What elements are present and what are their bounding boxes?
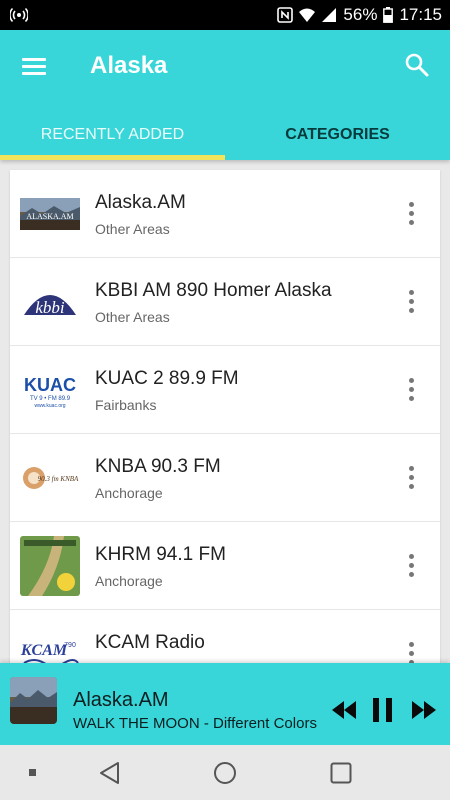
station-name: KCAM Radio [95, 632, 205, 653]
now-playing-artwork [10, 677, 57, 724]
station-category: Other Areas [95, 309, 170, 325]
battery-percentage: 56% [343, 5, 378, 24]
station-name: KUAC 2 89.9 FM [95, 368, 239, 389]
list-item[interactable]: 90.3 fm KNBA KNBA 90.3 FM Anchorage [10, 434, 440, 522]
rewind-icon[interactable] [332, 701, 356, 719]
kuac-logo: KUAC TV 9 • FM 89.9 www.kuac.org [24, 375, 76, 409]
list-item[interactable]: KCAM 790 KCAM Radio [10, 610, 440, 665]
clock: 17:15 [399, 5, 442, 24]
tab-indicator [0, 155, 225, 160]
tab-categories[interactable]: CATEGORIES [225, 110, 450, 160]
kbbi-logo: kbbi [24, 295, 76, 317]
kcam-logo-text: KCAM [20, 642, 68, 659]
now-playing-track: WALK THE MOON - Different Colors [73, 715, 317, 732]
alaska-am-logo-text: ALASKA.AM [26, 212, 73, 221]
search-icon[interactable] [404, 52, 430, 78]
alaska-am-logo: ALASKA.AM [20, 198, 80, 230]
station-list: ALASKA.AM Alaska.AM Other Areas kbbi KBB… [10, 170, 440, 665]
back-icon[interactable] [98, 761, 120, 785]
list-item[interactable]: ALASKA.AM Alaska.AM Other Areas [10, 170, 440, 258]
more-options-icon[interactable] [406, 466, 418, 490]
list-item[interactable]: kbbi KBBI AM 890 Homer Alaska Other Area… [10, 258, 440, 346]
hotspot-icon [10, 7, 28, 23]
kcam-logo: KCAM 790 [20, 642, 79, 665]
more-options-icon[interactable] [406, 554, 418, 578]
tab-bar: RECENTLY ADDED CATEGORIES [0, 110, 450, 160]
station-name: KNBA 90.3 FM [95, 456, 221, 477]
status-bar: 56% 17:15 [0, 0, 450, 30]
kuac-logo-url: www.kuac.org [34, 403, 65, 409]
kuac-logo-subtext: TV 9 • FM 89.9 [30, 396, 71, 402]
recents-dot-icon[interactable] [29, 769, 36, 776]
more-options-icon[interactable] [406, 378, 418, 402]
overview-icon[interactable] [330, 762, 352, 784]
station-category: Fairbanks [95, 397, 157, 413]
wifi-icon [299, 8, 316, 22]
list-item[interactable]: KUAC TV 9 • FM 89.9 www.kuac.org KUAC 2 … [10, 346, 440, 434]
kuac-logo-text: KUAC [24, 375, 76, 395]
fast-forward-icon[interactable] [412, 701, 436, 719]
station-category: Anchorage [95, 485, 163, 501]
knba-logo-text: 90.3 fm KNBA [38, 475, 79, 483]
now-playing-bar[interactable]: Alaska.AM WALK THE MOON - Different Colo… [0, 663, 450, 745]
list-item[interactable]: KHRM 94.1 FM Anchorage [10, 522, 440, 610]
tab-recently-added[interactable]: RECENTLY ADDED [0, 110, 225, 160]
station-category: Other Areas [95, 221, 170, 237]
station-category: Anchorage [95, 573, 163, 589]
battery-icon [383, 7, 394, 23]
signal-icon [322, 8, 337, 22]
station-name: Alaska.AM [95, 192, 186, 213]
home-icon[interactable] [213, 761, 237, 785]
nfc-icon [277, 7, 294, 23]
more-options-icon[interactable] [406, 202, 418, 226]
system-navigation-bar [0, 745, 450, 800]
station-name: KHRM 94.1 FM [95, 544, 226, 565]
kbbi-logo-text: kbbi [35, 298, 65, 317]
station-name: KBBI AM 890 Homer Alaska [95, 280, 332, 301]
knba-logo: 90.3 fm KNBA [23, 467, 79, 489]
hamburger-menu-icon[interactable] [22, 54, 48, 76]
tab-label: CATEGORIES [285, 126, 390, 143]
more-options-icon[interactable] [406, 290, 418, 314]
app-bar: Alaska RECENTLY ADDED CATEGORIES [0, 30, 450, 160]
now-playing-station: Alaska.AM [73, 689, 169, 711]
page-title: Alaska [90, 52, 168, 79]
tab-label: RECENTLY ADDED [40, 126, 185, 143]
khrm-logo [20, 536, 80, 596]
more-options-icon[interactable] [406, 642, 418, 665]
pause-icon[interactable] [372, 698, 394, 722]
kcam-logo-number: 790 [64, 642, 76, 649]
